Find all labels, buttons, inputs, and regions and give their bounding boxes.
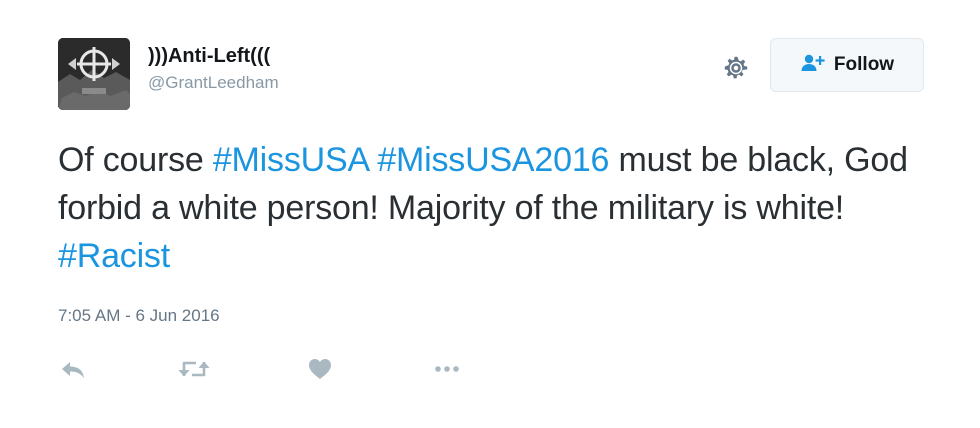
follow-button[interactable]: Follow bbox=[770, 38, 924, 92]
add-user-icon bbox=[800, 53, 826, 78]
tweet-timestamp[interactable]: 7:05 AM - 6 Jun 2016 bbox=[58, 306, 220, 326]
user-handle[interactable]: @GrantLeedham bbox=[148, 72, 279, 94]
avatar[interactable] bbox=[58, 38, 130, 110]
tweet-text-segment bbox=[368, 141, 377, 179]
retweet-icon[interactable] bbox=[176, 356, 212, 382]
gear-icon[interactable] bbox=[721, 53, 751, 83]
reply-icon[interactable] bbox=[58, 356, 88, 382]
tweet-text-segment: Of course bbox=[58, 141, 213, 179]
follow-label: Follow bbox=[833, 54, 895, 75]
more-icon[interactable] bbox=[432, 356, 462, 382]
like-icon[interactable] bbox=[306, 356, 334, 382]
tweet-text: Of course #MissUSA #MissUSA2016 must be … bbox=[58, 136, 938, 280]
tweet-card: )))Anti-Left((( @GrantLeedham Follow Of … bbox=[0, 0, 980, 428]
hashtag-link[interactable]: #MissUSA2016 bbox=[377, 141, 609, 179]
hashtag-link[interactable]: #MissUSA bbox=[213, 141, 368, 179]
tweet-actions bbox=[58, 356, 478, 382]
avatar-image bbox=[58, 38, 130, 110]
user-info: )))Anti-Left((( @GrantLeedham bbox=[148, 44, 279, 94]
hashtag-link[interactable]: #Racist bbox=[58, 237, 170, 275]
display-name[interactable]: )))Anti-Left((( bbox=[148, 44, 279, 68]
